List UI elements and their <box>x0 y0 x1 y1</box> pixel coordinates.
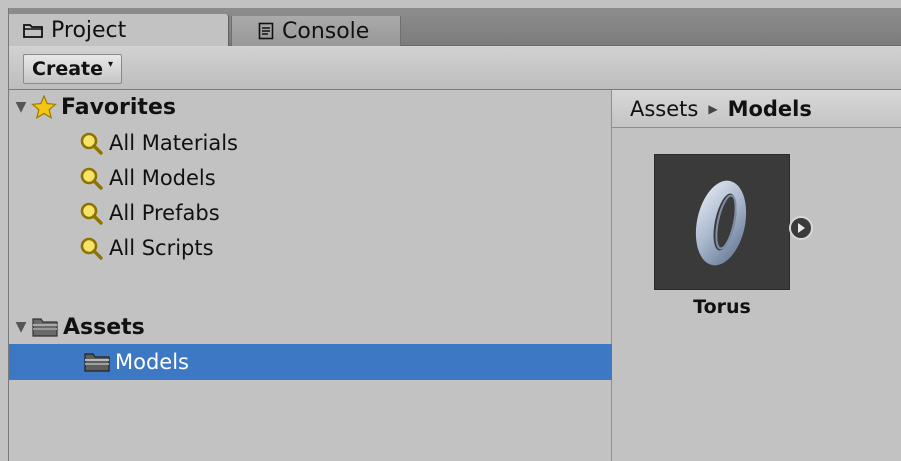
favorites-label: Favorites <box>61 94 176 120</box>
favorite-item[interactable]: All Scripts <box>79 231 214 265</box>
asset-browser: Assets ▶ Models Torus <box>612 90 901 461</box>
favorite-item[interactable]: All Prefabs <box>79 196 220 230</box>
tree-item-models[interactable]: Models <box>83 345 189 379</box>
tree-favorites-header[interactable]: ▼ Favorites <box>13 90 176 124</box>
project-toolbar: Create ▾ <box>9 46 901 90</box>
favorite-item-label: All Scripts <box>109 236 214 260</box>
torus-mesh-icon <box>695 180 747 266</box>
search-icon <box>79 166 105 190</box>
tab-project-label: Project <box>51 17 127 43</box>
search-icon <box>79 131 105 155</box>
expand-triangle-icon[interactable]: ▼ <box>13 319 29 335</box>
breadcrumb: Assets ▶ Models <box>612 90 901 128</box>
favorite-item-label: All Materials <box>109 131 238 155</box>
tab-console[interactable]: Console <box>231 16 401 46</box>
breadcrumb-separator-icon: ▶ <box>708 101 718 116</box>
assets-label: Assets <box>63 314 145 340</box>
project-tree: ▼ Favorites All Materials All Models All… <box>9 90 612 461</box>
play-circle-icon <box>789 216 813 240</box>
create-label: Create <box>32 58 103 80</box>
asset-label: Torus <box>693 296 751 318</box>
star-icon <box>31 95 57 119</box>
tab-console-label: Console <box>282 18 370 44</box>
folder-icon <box>83 351 111 373</box>
folder-icon <box>31 316 59 338</box>
favorite-item-label: All Models <box>109 166 216 190</box>
favorite-item[interactable]: All Models <box>79 161 216 195</box>
console-icon <box>258 22 274 40</box>
tab-strip: Project Console <box>9 8 901 46</box>
breadcrumb-current[interactable]: Models <box>728 97 812 121</box>
asset-thumbnail[interactable] <box>654 154 790 290</box>
breadcrumb-root[interactable]: Assets <box>630 97 698 121</box>
models-label: Models <box>115 350 189 374</box>
expand-asset-button[interactable] <box>788 215 814 241</box>
search-icon <box>79 236 105 260</box>
create-dropdown-button[interactable]: Create ▾ <box>23 54 123 84</box>
favorite-item[interactable]: All Materials <box>79 126 238 160</box>
chevron-down-icon: ▾ <box>108 58 114 70</box>
project-window: Project Console Create ▾ ▼ Favorites All… <box>8 8 901 461</box>
expand-triangle-icon[interactable]: ▼ <box>13 99 29 115</box>
favorite-item-label: All Prefabs <box>109 201 220 225</box>
search-icon <box>79 201 105 225</box>
tree-assets-header[interactable]: ▼ Assets <box>13 310 145 344</box>
tab-project[interactable]: Project <box>9 14 229 46</box>
folder-icon <box>23 22 43 38</box>
